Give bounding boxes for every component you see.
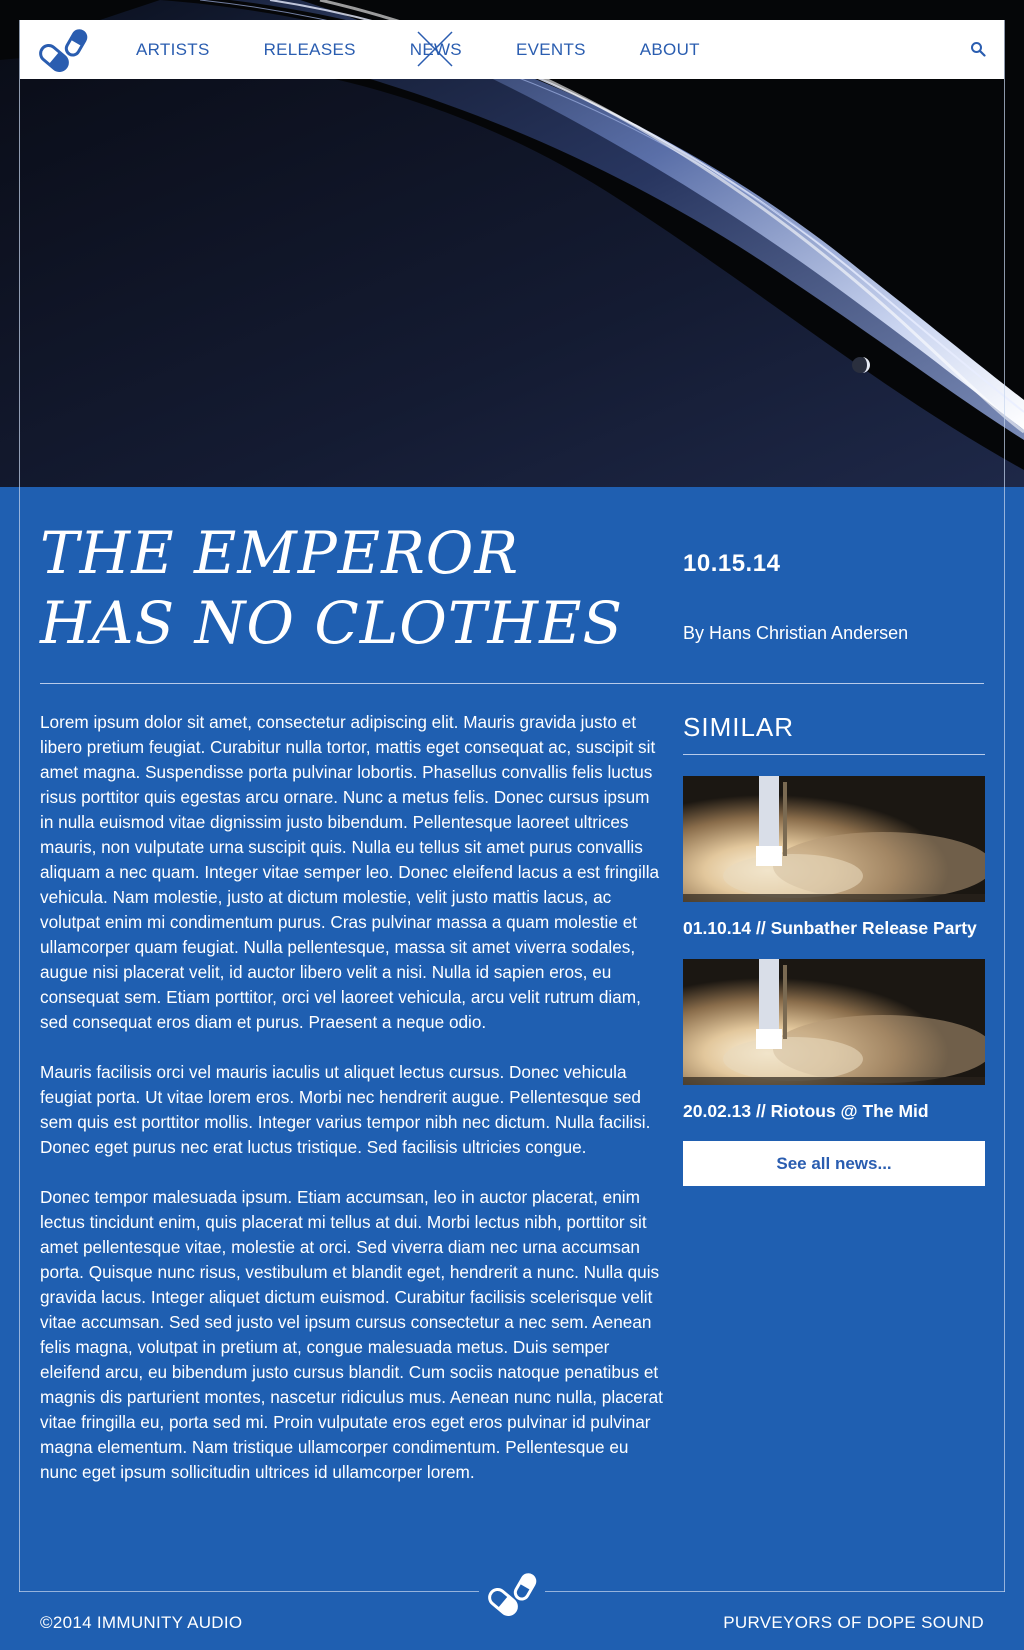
rocket-launch-thumbnail[interactable] [683, 776, 985, 902]
frame-line-bottom-right [545, 1591, 1005, 1592]
title-divider [40, 683, 984, 684]
nav-menu: ARTISTS RELEASES NEWS EVENTS ABOUT [136, 20, 754, 79]
similar-sidebar: SIMILAR 01.10.14 // Sunbather Release Pa… [683, 700, 985, 1186]
top-navigation: ARTISTS RELEASES NEWS EVENTS ABOUT [20, 20, 1004, 79]
article-date: 10.15.14 [683, 550, 781, 577]
similar-news-caption[interactable]: 20.02.13 // Riotous @ The Mid [683, 1100, 985, 1122]
pills-logo-icon[interactable] [38, 28, 88, 72]
similar-news-item[interactable]: 01.10.14 // Sunbather Release Party [683, 776, 985, 939]
frame-line-bottom-left [19, 1591, 479, 1592]
article-byline: By Hans Christian Andersen [683, 623, 909, 643]
article-body: Lorem ipsum dolor sit amet, consectetur … [40, 710, 665, 1510]
article-paragraph: Lorem ipsum dolor sit amet, consectetur … [40, 712, 660, 1032]
similar-news-caption[interactable]: 01.10.14 // Sunbather Release Party [683, 917, 985, 939]
footer-tagline: PURVEYORS OF DOPE SOUND [723, 1613, 984, 1632]
frame-line-right [1004, 20, 1005, 1592]
nav-item-events[interactable]: EVENTS [516, 40, 586, 60]
rocket-launch-thumbnail[interactable] [683, 959, 985, 1085]
see-all-news-button[interactable]: See all news... [683, 1141, 985, 1186]
article-title: THE EMPEROR HAS NO CLOTHES [40, 519, 624, 657]
footer-copyright: ©2014 IMMUNITY AUDIO [40, 1613, 243, 1632]
footer-pills-logo-icon[interactable] [487, 1572, 537, 1616]
nav-item-about[interactable]: ABOUT [640, 40, 700, 60]
active-cross-icon [417, 30, 453, 67]
article-paragraph: Donec tempor malesuada ipsum. Etiam accu… [40, 1187, 663, 1482]
article-paragraph: Mauris facilisis orci vel mauris iaculis… [40, 1062, 651, 1157]
frame-line-left [19, 20, 20, 1592]
search-icon[interactable] [970, 41, 986, 57]
sidebar-divider [683, 754, 985, 755]
similar-news-item[interactable]: 20.02.13 // Riotous @ The Mid [683, 959, 985, 1122]
nav-item-releases[interactable]: RELEASES [264, 40, 356, 60]
nav-item-news[interactable]: NEWS [410, 30, 462, 67]
similar-heading: SIMILAR [683, 712, 795, 742]
nav-item-artists[interactable]: ARTISTS [136, 40, 210, 60]
